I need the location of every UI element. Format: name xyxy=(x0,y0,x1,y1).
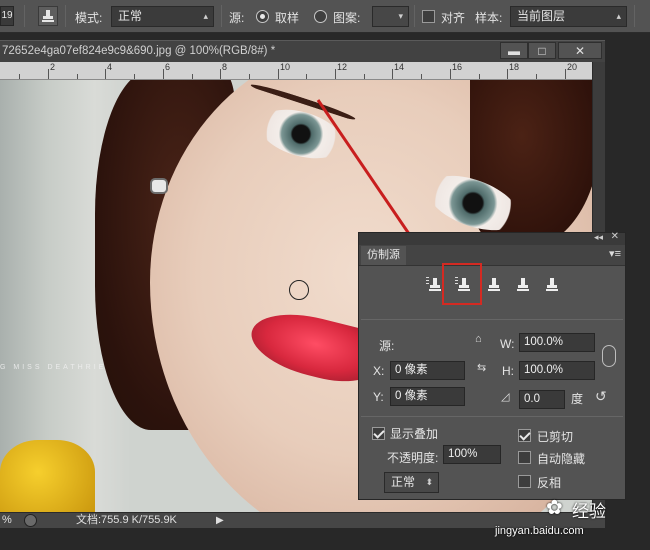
zoom-value[interactable]: % xyxy=(2,513,12,528)
y-label: Y: xyxy=(373,390,384,404)
angle-input[interactable]: 0.0 xyxy=(519,390,565,409)
updown-arrow-icon: ⬍ xyxy=(425,477,433,487)
height-input[interactable]: 100.0% xyxy=(519,361,595,380)
clipped-checkbox[interactable] xyxy=(518,429,531,442)
doc-size: 文档:755.9 K/755.9K xyxy=(76,514,177,526)
divider xyxy=(361,319,623,320)
blend-mode-dropdown[interactable]: 正常 ⬍ xyxy=(384,472,439,493)
source-label: 源: xyxy=(379,339,395,353)
show-overlay-label: 显示叠加 xyxy=(390,427,439,441)
invert-checkbox[interactable] xyxy=(518,475,531,488)
clone-source-3-icon[interactable] xyxy=(482,273,504,295)
paw-icon: ✿ xyxy=(546,497,563,519)
h-label: H: xyxy=(502,364,514,378)
y-offset-input[interactable]: 0 像素 xyxy=(390,387,465,406)
collapse-icon[interactable]: ◂◂ xyxy=(594,232,603,243)
auto-hide-label: 自动隐藏 xyxy=(537,452,586,466)
reset-icon[interactable]: ↺ xyxy=(595,388,607,405)
watermark-brand: 经验 xyxy=(572,502,606,521)
auto-hide-checkbox[interactable] xyxy=(518,451,531,464)
show-overlay-checkbox[interactable] xyxy=(372,427,385,440)
clone-source-5-icon[interactable] xyxy=(540,273,562,295)
invert-label: 反相 xyxy=(537,476,562,490)
selected-source-highlight xyxy=(442,263,482,305)
link-chain-icon[interactable] xyxy=(602,345,616,367)
status-icon[interactable] xyxy=(24,514,37,527)
clone-source-panel: ◂◂ ✕ 仿制源 ▾≡ 源: ⌂ W: 100.0% X: 0 像素 ⇆ H: … xyxy=(358,231,626,500)
source-layer-icon: ⌂ xyxy=(475,333,482,345)
play-arrow-icon[interactable]: ▶ xyxy=(216,513,224,528)
watermark-url: jingyan.baidu.com xyxy=(495,525,584,537)
width-input[interactable]: 100.0% xyxy=(519,333,595,352)
angle-unit: 度 xyxy=(571,392,584,406)
opacity-input[interactable]: 100% xyxy=(443,445,501,464)
x-offset-input[interactable]: 0 像素 xyxy=(390,361,465,380)
close-icon[interactable]: ✕ xyxy=(611,231,619,242)
site-watermark: ✿ 经验 jingyan.baidu.com xyxy=(495,495,650,545)
tab-clone-source[interactable]: 仿制源 xyxy=(361,246,406,265)
opacity-label: 不透明度: xyxy=(387,451,439,465)
x-label: X: xyxy=(373,364,385,378)
divider xyxy=(361,416,623,417)
blend-mode-value: 正常 xyxy=(391,475,416,489)
angle-icon: ◿ xyxy=(501,391,510,403)
clipped-label: 已剪切 xyxy=(537,430,574,444)
w-label: W: xyxy=(500,337,515,351)
clone-source-4-icon[interactable] xyxy=(511,273,533,295)
flip-horizontal-icon[interactable]: ⇆ xyxy=(477,361,486,374)
panel-menu-icon[interactable]: ▾≡ xyxy=(609,247,621,260)
panel-header-strip[interactable]: ◂◂ ✕ xyxy=(359,231,625,245)
